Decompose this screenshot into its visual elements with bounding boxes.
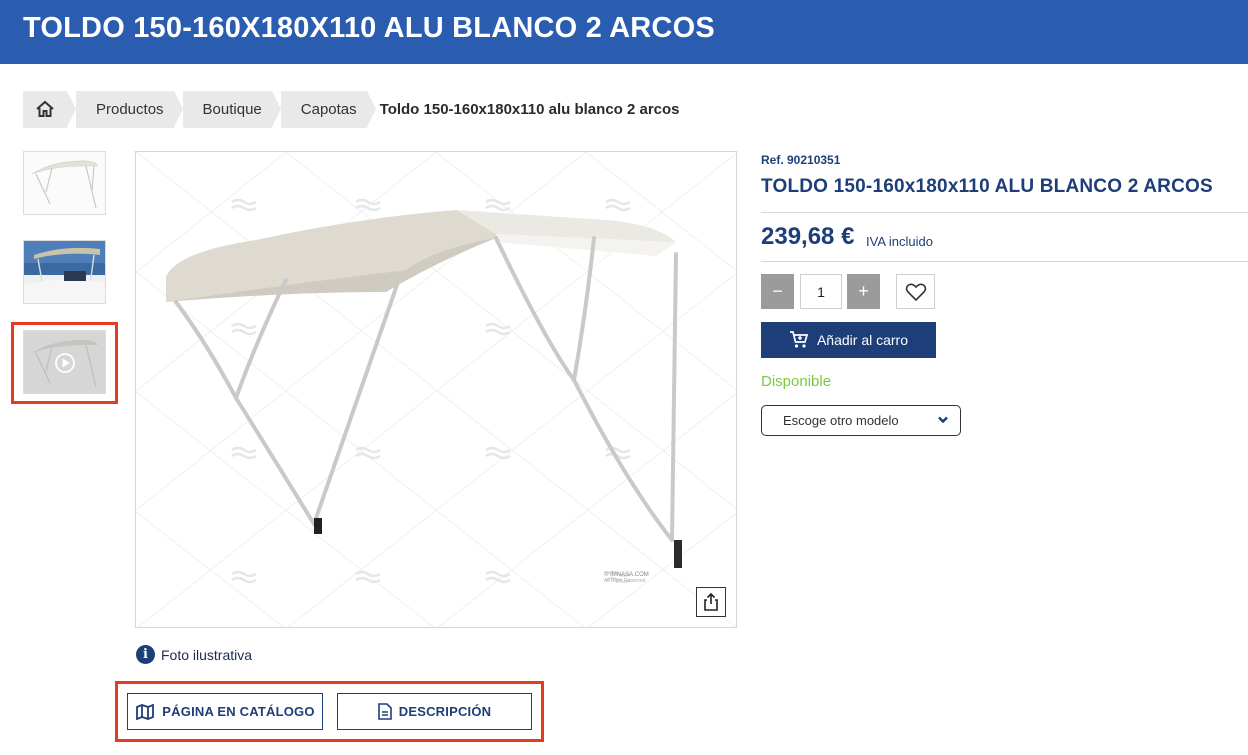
availability-status: Disponible xyxy=(761,373,832,390)
model-select-label: Escoge otro modelo xyxy=(783,413,899,428)
model-select[interactable]: Escoge otro modelo xyxy=(761,405,961,436)
favorite-button[interactable] xyxy=(896,274,935,309)
highlight-thumbnail-video xyxy=(11,322,118,404)
quantity-increase-button[interactable]: + xyxy=(847,274,880,309)
bimini-top-image: © IMNASA.COM All Right Reserved xyxy=(136,152,736,627)
breadcrumb-capotas[interactable]: Capotas xyxy=(280,90,376,128)
main-product-image[interactable]: © IMNASA.COM All Right Reserved xyxy=(135,151,737,628)
tax-note: IVA incluido xyxy=(866,234,933,249)
thumbnail-2[interactable] xyxy=(23,240,106,304)
breadcrumb-current: Toldo 150-160x180x110 alu blanco 2 arcos xyxy=(379,100,680,118)
foto-ilustrativa-note: i Foto ilustrativa xyxy=(136,645,252,664)
breadcrumb: Productos Boutique Capotas Toldo 150-160… xyxy=(23,90,699,128)
add-to-cart-button[interactable]: Añadir al carro xyxy=(761,322,936,358)
image-watermark-sub: All Right Reserved xyxy=(604,578,646,584)
image-watermark: © IMNASA.COM xyxy=(604,571,649,578)
product-ref: Ref. 90210351 xyxy=(761,153,841,167)
quantity-input[interactable] xyxy=(800,274,842,309)
share-icon xyxy=(704,593,718,611)
heart-icon xyxy=(905,283,926,301)
divider xyxy=(761,261,1248,262)
home-icon xyxy=(36,100,54,117)
header-bar: TOLDO 150-160X180X110 ALU BLANCO 2 ARCOS xyxy=(0,0,1248,64)
bimini-on-boat-thumbnail xyxy=(24,241,105,303)
breadcrumb-productos[interactable]: Productos xyxy=(76,90,183,128)
product-title: TOLDO 150-160x180x110 ALU BLANCO 2 ARCOS xyxy=(761,176,1213,197)
highlight-action-buttons xyxy=(115,681,544,742)
thumbnail-1[interactable] xyxy=(23,151,106,215)
foto-ilustrativa-text: Foto ilustrativa xyxy=(161,646,253,663)
breadcrumb-home[interactable] xyxy=(23,90,76,128)
chevron-down-icon xyxy=(938,416,948,424)
product-price: 239,68 € xyxy=(761,223,855,250)
page-title: TOLDO 150-160X180X110 ALU BLANCO 2 ARCOS xyxy=(23,12,715,44)
divider xyxy=(761,212,1248,213)
cart-icon xyxy=(789,331,809,348)
quantity-decrease-button[interactable]: − xyxy=(761,274,794,309)
breadcrumb-boutique[interactable]: Boutique xyxy=(182,90,282,128)
bimini-white-thumbnail xyxy=(24,152,105,214)
info-icon: i xyxy=(136,645,155,664)
share-button[interactable] xyxy=(696,587,726,617)
add-to-cart-label: Añadir al carro xyxy=(816,332,909,348)
